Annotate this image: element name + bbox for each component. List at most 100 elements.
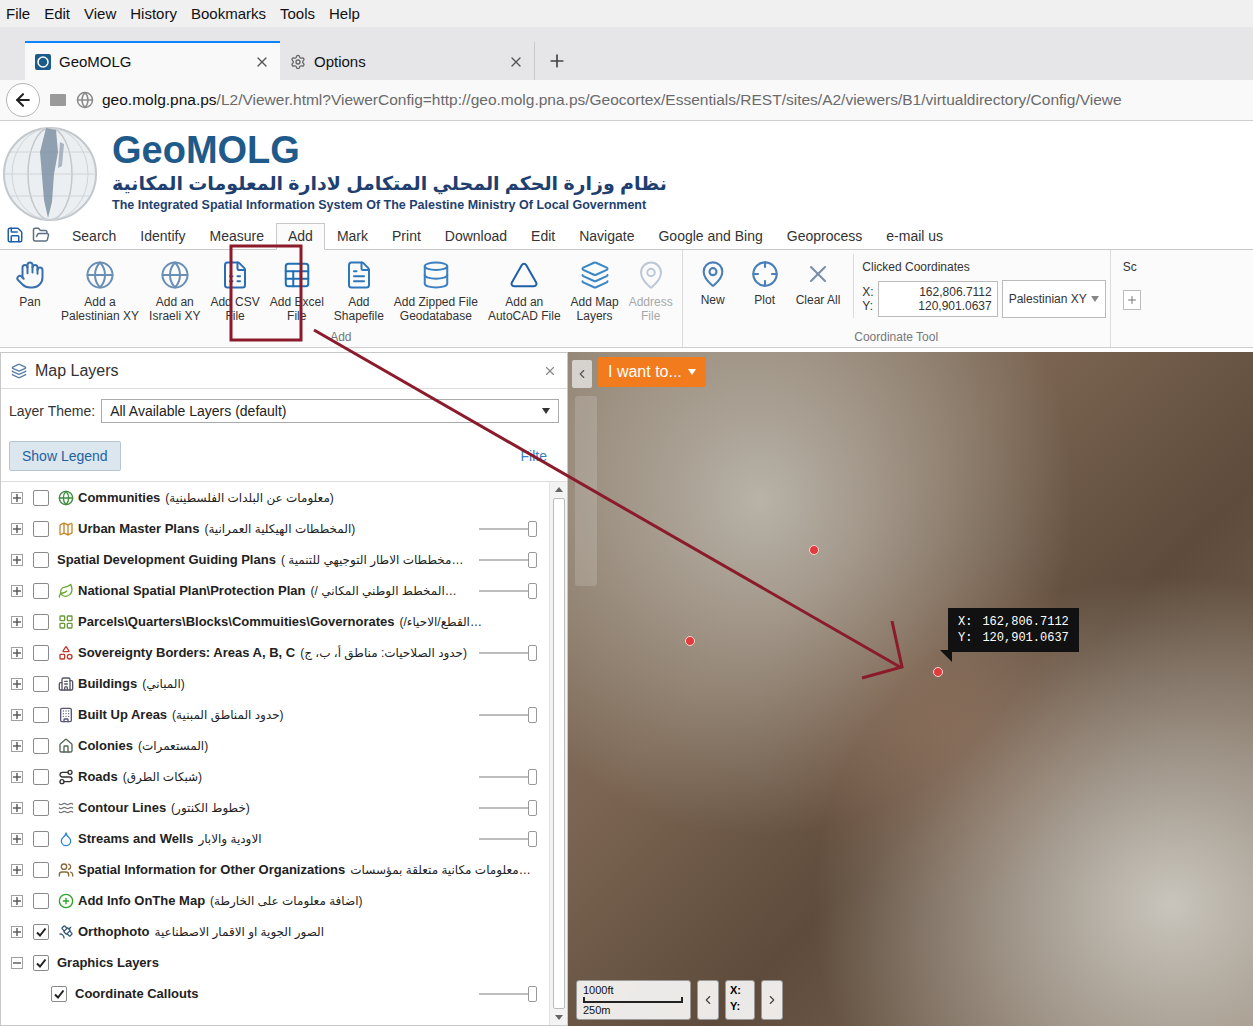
- slider-knob[interactable]: [528, 645, 537, 661]
- ribbon-tab[interactable]: Download: [433, 223, 519, 250]
- scroll-down-icon[interactable]: [554, 1011, 564, 1025]
- layer-checkbox[interactable]: [33, 893, 49, 909]
- opacity-slider[interactable]: [479, 707, 537, 723]
- expand-toggle[interactable]: [11, 802, 23, 814]
- ribbon-button[interactable]: Add Shapefile: [329, 254, 389, 323]
- expand-toggle[interactable]: [11, 678, 23, 690]
- expand-toggle[interactable]: [11, 957, 23, 969]
- expand-toggle[interactable]: [11, 895, 23, 907]
- previous-button[interactable]: [697, 980, 719, 1020]
- ribbon-button[interactable]: Pan: [4, 254, 56, 309]
- layer-row[interactable]: Add Info OnThe Map(اضافة معلومات على الخ…: [1, 885, 549, 916]
- ribbon-tab[interactable]: Mark: [325, 223, 380, 250]
- layer-row[interactable]: Parcels\Quarters\Blocks\Commuities\Gover…: [1, 606, 549, 637]
- layer-row[interactable]: Spatial Development Guiding Plans( مخططا…: [1, 544, 549, 575]
- expand-toggle[interactable]: [11, 926, 23, 938]
- opacity-slider[interactable]: [479, 800, 537, 816]
- layer-row[interactable]: Coordinate Callouts: [1, 978, 549, 1009]
- ribbon-tab[interactable]: e-mail us: [874, 223, 955, 250]
- filter-link[interactable]: Filte: [521, 448, 547, 464]
- ribbon-tab[interactable]: Measure: [198, 223, 276, 250]
- expand-toggle[interactable]: [11, 523, 23, 535]
- ribbon-tab[interactable]: Search: [60, 223, 128, 250]
- map-pin[interactable]: [809, 545, 819, 555]
- expand-toggle[interactable]: [11, 740, 23, 752]
- layer-checkbox[interactable]: [33, 800, 49, 816]
- ribbon-tab[interactable]: Identify: [128, 223, 197, 250]
- layer-row[interactable]: National Spatial Plan\Protection Plan(/ …: [1, 575, 549, 606]
- expand-toggle[interactable]: [11, 616, 23, 628]
- slider-knob[interactable]: [528, 986, 537, 1002]
- next-button[interactable]: [761, 980, 783, 1020]
- slider-knob[interactable]: [528, 707, 537, 723]
- layer-row[interactable]: Spatial Information for Other Organizati…: [1, 854, 549, 885]
- menu-item[interactable]: File: [6, 5, 30, 22]
- menu-item[interactable]: View: [84, 5, 116, 22]
- ribbon-button[interactable]: New: [687, 254, 739, 307]
- layer-checkbox[interactable]: [33, 676, 49, 692]
- slider-knob[interactable]: [528, 800, 537, 816]
- layer-row[interactable]: Built Up Areas(حدود المناطق المبنية): [1, 699, 549, 730]
- folder-icon[interactable]: [32, 226, 50, 244]
- opacity-slider[interactable]: [479, 583, 537, 599]
- layer-row[interactable]: Contour Lines(خطوط الكنتور): [1, 792, 549, 823]
- layer-checkbox[interactable]: [33, 738, 49, 754]
- slider-knob[interactable]: [528, 831, 537, 847]
- ribbon-button[interactable]: Clear All: [791, 254, 846, 307]
- scrollbar[interactable]: [549, 482, 567, 1025]
- opacity-slider[interactable]: [479, 986, 537, 1002]
- coordinate-values[interactable]: 162,806.7112120,901.0637: [878, 281, 998, 317]
- close-icon[interactable]: [543, 364, 557, 378]
- zoom-slider[interactable]: [575, 396, 597, 586]
- ribbon-tab[interactable]: Print: [380, 223, 433, 250]
- ribbon-tab[interactable]: Google and Bing: [646, 223, 774, 250]
- expand-toggle[interactable]: [11, 709, 23, 721]
- scroll-up-icon[interactable]: [554, 482, 564, 496]
- layer-checkbox[interactable]: [33, 924, 49, 940]
- ribbon-button[interactable]: Plot: [739, 254, 791, 307]
- layer-checkbox[interactable]: [33, 490, 49, 506]
- slider-knob[interactable]: [528, 552, 537, 568]
- layer-checkbox[interactable]: [51, 986, 67, 1002]
- map-view[interactable]: I want to...X:162,806.7112Y:120,901.0637…: [568, 352, 1253, 1026]
- ribbon-tab[interactable]: Add: [276, 223, 325, 250]
- layer-checkbox[interactable]: [33, 645, 49, 661]
- layer-row[interactable]: Urban Master Plans(المخططات الهيكلية الع…: [1, 513, 549, 544]
- opacity-slider[interactable]: [479, 645, 537, 661]
- layer-row[interactable]: Colonies(المستعمرات): [1, 730, 549, 761]
- browser-tab[interactable]: GeoMOLG: [25, 41, 280, 80]
- coordinate-system-select[interactable]: Palestinian XY: [1002, 280, 1106, 318]
- expand-toggle[interactable]: [11, 833, 23, 845]
- close-icon[interactable]: [254, 54, 270, 70]
- ribbon-tab[interactable]: Navigate: [567, 223, 646, 250]
- menu-item[interactable]: Edit: [44, 5, 70, 22]
- collapse-panel-button[interactable]: [572, 360, 592, 388]
- layer-row[interactable]: Graphics Layers: [1, 947, 549, 978]
- show-legend-button[interactable]: Show Legend: [9, 441, 121, 471]
- layer-checkbox[interactable]: [33, 583, 49, 599]
- ribbon-tab[interactable]: Geoprocess: [775, 223, 874, 250]
- map-pin[interactable]: [933, 667, 943, 677]
- expand-toggle[interactable]: [11, 647, 23, 659]
- zoom-in-button[interactable]: [1123, 290, 1141, 310]
- slider-knob[interactable]: [528, 583, 537, 599]
- layer-checkbox[interactable]: [33, 831, 49, 847]
- layer-checkbox[interactable]: [33, 521, 49, 537]
- expand-toggle[interactable]: [11, 771, 23, 783]
- map-pin[interactable]: [685, 636, 695, 646]
- back-button[interactable]: [6, 83, 40, 117]
- layer-row[interactable]: Streams and Wellsالاودية والابار: [1, 823, 549, 854]
- ribbon-button[interactable]: Add a Palestinian XY: [56, 254, 144, 323]
- ribbon-button[interactable]: Add CSV File: [205, 254, 264, 323]
- layer-checkbox[interactable]: [33, 614, 49, 630]
- url-field[interactable]: geo.molg.pna.ps/L2/Viewer.html?ViewerCon…: [102, 91, 1247, 109]
- layer-checkbox[interactable]: [33, 862, 49, 878]
- layer-row[interactable]: Sovereignty Borders: Areas A, B, C(حدود …: [1, 637, 549, 668]
- opacity-slider[interactable]: [479, 831, 537, 847]
- scroll-thumb[interactable]: [553, 498, 565, 1009]
- layer-checkbox[interactable]: [33, 955, 49, 971]
- ribbon-button[interactable]: Add an Israeli XY: [144, 254, 205, 323]
- ribbon-button[interactable]: Add Zipped File Geodatabase: [389, 254, 483, 323]
- layer-row[interactable]: Communities(معلومات عن البلدات الفلسطيني…: [1, 482, 549, 513]
- ribbon-button[interactable]: Add Excel File: [265, 254, 329, 323]
